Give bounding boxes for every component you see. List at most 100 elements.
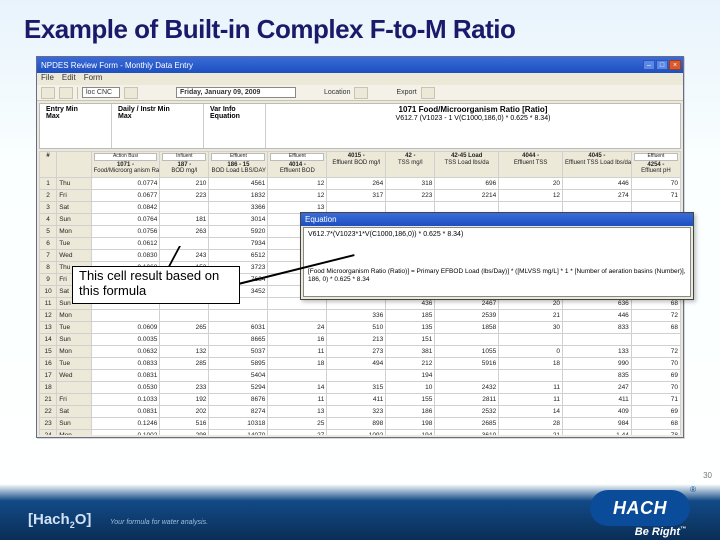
column-header[interactable]: 42-45 LoadTSS Load lbs/da <box>435 152 499 178</box>
grid-cell[interactable]: 0.0774 <box>91 178 160 190</box>
table-row[interactable]: 1Thu0.07742104561122643186962044670 <box>40 178 681 190</box>
grid-cell[interactable]: 69 <box>631 370 680 382</box>
column-header[interactable]: Effluent4014 -Effluent BOD <box>268 152 327 178</box>
grid-cell[interactable] <box>268 370 327 382</box>
grid-cell[interactable] <box>160 334 209 346</box>
grid-cell[interactable]: 315 <box>327 382 386 394</box>
grid-cell[interactable]: 1832 <box>209 190 268 202</box>
table-row[interactable]: 24Mon0.1002298140702710921943610211.4478 <box>40 430 681 436</box>
grid-cell[interactable]: 194 <box>386 370 435 382</box>
grid-cell[interactable] <box>160 310 209 322</box>
grid-cell[interactable]: 0.0756 <box>91 226 160 238</box>
grid-cell[interactable]: 3610 <box>435 430 499 436</box>
table-row[interactable]: 21Fri0.103319286761141115528111141171 <box>40 394 681 406</box>
grid-cell[interactable]: 10 <box>386 382 435 394</box>
grid-cell[interactable]: 69 <box>631 406 680 418</box>
grid-cell[interactable]: 151 <box>386 334 435 346</box>
column-header[interactable]: Action Busi1071 -Food/Microorg anism Rat… <box>91 152 160 178</box>
grid-cell[interactable]: 11 <box>268 346 327 358</box>
grid-cell[interactable]: 835 <box>563 370 632 382</box>
grid-cell[interactable]: 71 <box>631 394 680 406</box>
grid-cell[interactable]: 12 <box>499 190 563 202</box>
table-row[interactable]: 180.05302335294143151024321124770 <box>40 382 681 394</box>
grid-cell[interactable]: 223 <box>160 190 209 202</box>
grid-cell[interactable]: 7934 <box>209 238 268 250</box>
grid-cell[interactable]: 984 <box>563 418 632 430</box>
grid-cell[interactable]: 409 <box>563 406 632 418</box>
column-header[interactable]: # <box>40 152 57 178</box>
grid-cell[interactable]: 5294 <box>209 382 268 394</box>
grid-cell[interactable]: 5404 <box>209 370 268 382</box>
tool-dropdown[interactable] <box>124 87 138 99</box>
grid-cell[interactable]: 8676 <box>209 394 268 406</box>
grid-cell[interactable] <box>268 310 327 322</box>
menu-edit[interactable]: Edit <box>62 73 76 85</box>
grid-cell[interactable]: 202 <box>160 406 209 418</box>
grid-cell[interactable]: 11 <box>268 394 327 406</box>
grid-cell[interactable]: 198 <box>386 418 435 430</box>
grid-cell[interactable] <box>209 310 268 322</box>
grid-cell[interactable]: 14 <box>499 406 563 418</box>
grid-cell[interactable]: 68 <box>631 322 680 334</box>
grid-cell[interactable]: 18 <box>499 358 563 370</box>
grid-cell[interactable]: 0 <box>499 346 563 358</box>
grid-cell[interactable]: 0.1002 <box>91 430 160 436</box>
tool-button[interactable] <box>41 87 55 99</box>
column-header[interactable] <box>57 152 91 178</box>
grid-cell[interactable]: 12 <box>268 178 327 190</box>
table-row[interactable]: 22Sat0.083120282741332318625321440969 <box>40 406 681 418</box>
grid-cell[interactable]: 11 <box>499 394 563 406</box>
grid-cell[interactable]: 21 <box>499 310 563 322</box>
grid-cell[interactable]: 70 <box>631 382 680 394</box>
grid-cell[interactable]: 4561 <box>209 178 268 190</box>
grid-cell[interactable]: 14070 <box>209 430 268 436</box>
grid-cell[interactable]: 186 <box>386 406 435 418</box>
grid-cell[interactable]: 2432 <box>435 382 499 394</box>
grid-cell[interactable]: 3366 <box>209 202 268 214</box>
grid-cell[interactable]: 8665 <box>209 334 268 346</box>
grid-cell[interactable]: 446 <box>563 310 632 322</box>
table-row[interactable]: 14Sun0.0035866516213151 <box>40 334 681 346</box>
minimize-button[interactable]: – <box>643 60 655 70</box>
grid-cell[interactable]: 20 <box>499 178 563 190</box>
grid-cell[interactable]: 78 <box>631 430 680 436</box>
grid-cell[interactable]: 247 <box>563 382 632 394</box>
location-dropdown[interactable] <box>354 87 368 99</box>
column-header[interactable]: 4044 -Effluent TSS <box>499 152 563 178</box>
grid-cell[interactable] <box>631 334 680 346</box>
grid-cell[interactable] <box>435 334 499 346</box>
grid-cell[interactable]: 446 <box>563 178 632 190</box>
grid-cell[interactable]: 0.0035 <box>91 334 160 346</box>
grid-cell[interactable]: 264 <box>327 178 386 190</box>
table-row[interactable]: 2Fri0.067722318321231722322141227471 <box>40 190 681 202</box>
grid-cell[interactable]: 25 <box>268 418 327 430</box>
grid-cell[interactable]: 21 <box>499 430 563 436</box>
export-dropdown[interactable] <box>421 87 435 99</box>
grid-cell[interactable]: 185 <box>386 310 435 322</box>
grid-cell[interactable]: 696 <box>435 178 499 190</box>
grid-cell[interactable]: 0.0842 <box>91 202 160 214</box>
grid-cell[interactable]: 0.0831 <box>91 406 160 418</box>
grid-cell[interactable]: 30 <box>499 322 563 334</box>
grid-cell[interactable]: 5920 <box>209 226 268 238</box>
grid-cell[interactable]: 194 <box>386 430 435 436</box>
grid-cell[interactable]: 833 <box>563 322 632 334</box>
grid-cell[interactable]: 0.0677 <box>91 190 160 202</box>
grid-cell[interactable]: 1858 <box>435 322 499 334</box>
grid-cell[interactable]: 1092 <box>327 430 386 436</box>
grid-cell[interactable]: 72 <box>631 310 680 322</box>
column-header[interactable]: 42 -TSS mg/l <box>386 152 435 178</box>
grid-cell[interactable]: 212 <box>386 358 435 370</box>
grid-cell[interactable]: 68 <box>631 418 680 430</box>
grid-cell[interactable]: 317 <box>327 190 386 202</box>
grid-cell[interactable] <box>160 370 209 382</box>
grid-cell[interactable]: 27 <box>268 430 327 436</box>
grid-cell[interactable]: 336 <box>327 310 386 322</box>
grid-cell[interactable]: 6031 <box>209 322 268 334</box>
grid-cell[interactable]: 243 <box>160 250 209 262</box>
grid-cell[interactable]: 5916 <box>435 358 499 370</box>
grid-cell[interactable] <box>499 370 563 382</box>
grid-cell[interactable]: 6512 <box>209 250 268 262</box>
grid-cell[interactable]: 285 <box>160 358 209 370</box>
grid-cell[interactable]: 11 <box>499 382 563 394</box>
